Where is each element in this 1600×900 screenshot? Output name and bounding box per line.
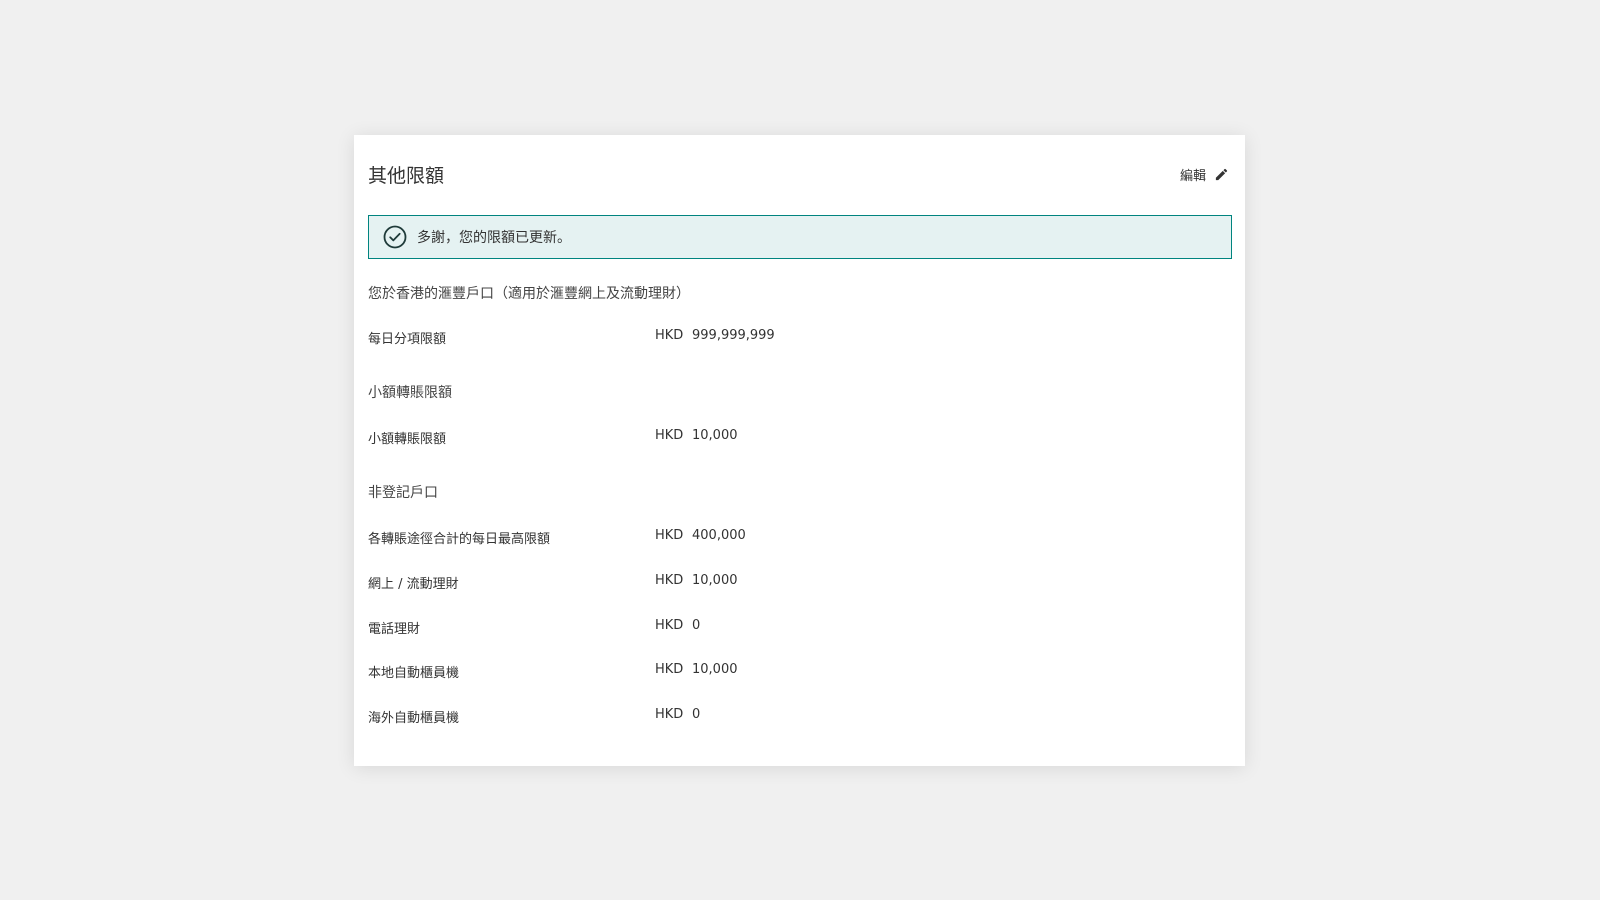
limit-currency: HKD — [655, 328, 684, 343]
limit-amount: 999,999,999 — [692, 328, 775, 343]
limit-currency: HKD — [655, 662, 684, 677]
limit-currency: HKD — [655, 573, 684, 588]
limit-currency: HKD — [655, 707, 684, 722]
limit-row: 每日分項限額 HKD 999,999,999 — [368, 328, 1232, 348]
limit-amount: 0 — [692, 618, 701, 633]
check-circle-icon — [383, 225, 407, 249]
card-title: 其他限額 — [368, 165, 445, 187]
limit-currency: HKD — [655, 428, 684, 443]
section-title-hk-accounts: 您於香港的滙豐戶口（適用於滙豐網上及流動理財） — [368, 286, 690, 302]
section-title-unregistered: 非登記戶口 — [368, 485, 438, 501]
limit-label: 網上 / 流動理財 — [368, 577, 459, 592]
notice-text: 多謝，您的限額已更新。 — [417, 230, 571, 246]
section-title-small-transfer: 小額轉賬限額 — [368, 385, 452, 401]
limit-amount: 10,000 — [692, 662, 738, 677]
edit-button[interactable]: 編輯 — [1180, 165, 1229, 184]
limit-amount: 10,000 — [692, 428, 738, 443]
limit-row: 網上 / 流動理財 HKD 10,000 — [368, 573, 1232, 593]
limit-row: 小額轉賬限額 HKD 10,000 — [368, 428, 1232, 448]
other-limits-card: 其他限額 編輯 多謝，您的限額已更新。 您於香港的滙豐戶口（適用於滙豐網上及流動… — [354, 135, 1245, 766]
limit-row: 海外自動櫃員機 HKD 0 — [368, 707, 1232, 727]
limit-row: 本地自動櫃員機 HKD 10,000 — [368, 662, 1232, 682]
limit-row: 電話理財 HKD 0 — [368, 618, 1232, 638]
limit-row: 各轉賬途徑合計的每日最高限額 HKD 400,000 — [368, 528, 1232, 548]
limit-label: 每日分項限額 — [368, 332, 447, 347]
edit-label: 編輯 — [1179, 169, 1206, 184]
limit-label: 小額轉賬限額 — [368, 432, 447, 447]
limit-label: 本地自動櫃員機 — [368, 666, 460, 681]
limit-amount: 10,000 — [692, 573, 738, 588]
limit-label: 海外自動櫃員機 — [368, 711, 460, 726]
limit-label: 電話理財 — [368, 622, 421, 637]
pencil-icon — [1214, 167, 1229, 182]
limit-label: 各轉賬途徑合計的每日最高限額 — [368, 532, 551, 547]
success-notice: 多謝，您的限額已更新。 — [368, 215, 1232, 259]
limit-amount: 0 — [692, 707, 701, 722]
limit-currency: HKD — [655, 618, 684, 633]
limit-amount: 400,000 — [692, 528, 746, 543]
limit-currency: HKD — [655, 528, 684, 543]
